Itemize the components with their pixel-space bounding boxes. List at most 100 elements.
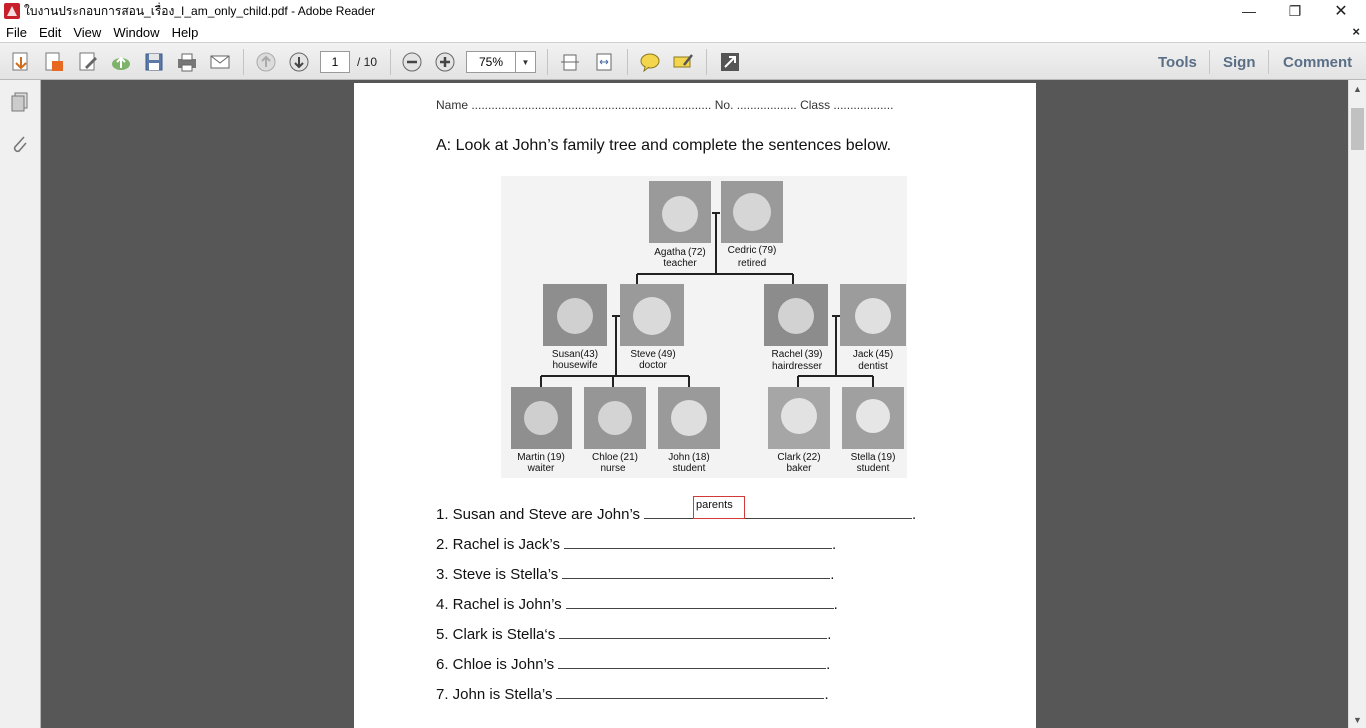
svg-text:Cedric(79): Cedric (79) (728, 245, 777, 256)
sentence-5: 5. Clark is Stella‘s. (436, 626, 831, 643)
sentence-6-text: 6. Chloe is John’s (436, 656, 555, 673)
steve-job: doctor (639, 360, 667, 371)
answer-blank (563, 537, 832, 549)
answer-blank (644, 507, 913, 519)
scroll-up-icon[interactable]: ▲ (1349, 80, 1366, 97)
full-stop: . (833, 596, 838, 613)
steve-age: (49) (658, 349, 676, 360)
menu-edit[interactable]: Edit (33, 25, 67, 40)
sentence-1: 1. Susan and Steve are John’s. (436, 506, 916, 523)
convert-pdf-icon[interactable] (43, 51, 65, 73)
toolbar-separator (390, 49, 391, 75)
susan-job: housewife (552, 360, 597, 371)
svg-text:Agatha(72): Agatha (72) (654, 247, 706, 258)
chloe-job: nurse (600, 463, 625, 474)
sentence-4: 4. Rachel is John’s. (436, 596, 838, 613)
full-stop: . (831, 536, 837, 553)
upload-icon[interactable] (110, 51, 132, 73)
sentence-4-text: 4. Rachel is John’s (436, 596, 562, 613)
attachments-icon[interactable] (10, 133, 30, 155)
answer-blank (558, 657, 827, 669)
minimize-button[interactable]: — (1226, 0, 1272, 22)
maximize-button[interactable]: ❐ (1272, 0, 1318, 22)
page-number-input[interactable]: 1 (320, 51, 350, 73)
svg-text:Chloe(21): Chloe (21) (592, 452, 638, 463)
full-stop: . (826, 656, 831, 673)
menu-help[interactable]: Help (166, 25, 205, 40)
fit-width-icon[interactable] (593, 51, 615, 73)
menu-window[interactable]: Window (107, 25, 165, 40)
comment-link[interactable]: Comment (1283, 54, 1352, 71)
tools-link[interactable]: Tools (1158, 54, 1197, 71)
cedric-age: (79) (759, 245, 777, 256)
previous-page-icon[interactable] (255, 51, 277, 73)
toolbar: 1 / 10 75% ▼ Tools Sign Comment (0, 42, 1366, 80)
menu-file[interactable]: File (0, 25, 33, 40)
sentence-7: 7. John is Stella’s. (436, 686, 829, 703)
stella-job: student (857, 463, 890, 474)
scroll-thumb[interactable] (1351, 108, 1364, 150)
answer-blank (556, 687, 825, 699)
agatha-age: (72) (688, 247, 706, 258)
svg-text:Martin(19): Martin (19) (517, 452, 565, 463)
sentence-2-text: 2. Rachel is Jack’s (436, 536, 560, 553)
print-icon[interactable] (176, 51, 198, 73)
stella-name: Stella (851, 452, 876, 463)
typewriter-annotation[interactable]: parents (693, 496, 745, 519)
john-job: student (673, 463, 706, 474)
sign-link[interactable]: Sign (1223, 54, 1256, 71)
jack-job: dentist (858, 361, 888, 372)
svg-text:Clark(22): Clark (22) (777, 452, 820, 463)
navigation-pane (0, 80, 41, 728)
scroll-down-icon[interactable]: ▼ (1349, 711, 1366, 728)
close-document-button[interactable]: × (1352, 24, 1360, 39)
john-age: (18) (692, 452, 710, 463)
chevron-down-icon[interactable]: ▼ (515, 52, 535, 72)
full-stop: . (830, 566, 835, 583)
fullscreen-icon[interactable] (719, 51, 741, 73)
toolbar-separator (547, 49, 548, 75)
chloe-name: Chloe (592, 452, 619, 463)
martin-job: waiter (527, 463, 555, 474)
full-stop: . (912, 506, 917, 523)
next-page-icon[interactable] (288, 51, 310, 73)
name-line: Name ...................................… (436, 98, 894, 112)
toolbar-separator (243, 49, 244, 75)
vertical-scrollbar[interactable]: ▲ ▼ (1348, 80, 1366, 728)
susan-age: (43) (580, 349, 598, 360)
svg-text:John(18): John (18) (668, 452, 709, 463)
stella-age: (19) (878, 452, 896, 463)
sentence-6: 6. Chloe is John’s. (436, 656, 830, 673)
rachel-job: hairdresser (772, 361, 823, 372)
cedric-name: Cedric (728, 245, 757, 256)
clark-age: (22) (803, 452, 821, 463)
adobe-reader-icon (4, 3, 20, 19)
document-viewer[interactable]: Name ...................................… (41, 80, 1348, 728)
zoom-in-icon[interactable] (434, 51, 456, 73)
sentence-5-text: 5. Clark is Stella‘s (436, 626, 556, 643)
jack-age: (45) (875, 349, 893, 360)
zoom-value[interactable]: 75% (467, 52, 515, 72)
edit-pdf-icon[interactable] (77, 51, 99, 73)
fit-page-icon[interactable] (559, 51, 581, 73)
menu-view[interactable]: View (67, 25, 107, 40)
answer-blank (562, 567, 831, 579)
svg-text:Susan(43): Susan(43) (552, 349, 598, 360)
close-button[interactable]: ✕ (1318, 0, 1364, 22)
toolbar-separator (706, 49, 707, 75)
save-icon[interactable] (143, 51, 165, 73)
zoom-out-icon[interactable] (401, 51, 423, 73)
email-icon[interactable] (209, 51, 231, 73)
toolbar-separator (1268, 50, 1269, 74)
sentence-2: 2. Rachel is Jack’s. (436, 536, 836, 553)
zoom-select[interactable]: 75% ▼ (466, 51, 536, 73)
title-bar: ใบงานประกอบการสอน_เรื่อง_I_am_only_child… (0, 0, 1366, 22)
toolbar-separator (1209, 50, 1210, 74)
create-pdf-icon[interactable] (10, 51, 32, 73)
highlight-icon[interactable] (672, 51, 694, 73)
page-thumbnails-icon[interactable] (10, 91, 30, 113)
comment-note-icon[interactable] (639, 51, 661, 73)
martin-name: Martin (517, 452, 545, 463)
pdf-page: Name ...................................… (354, 83, 1036, 728)
exercise-heading: A: Look at John’s family tree and comple… (436, 137, 892, 154)
